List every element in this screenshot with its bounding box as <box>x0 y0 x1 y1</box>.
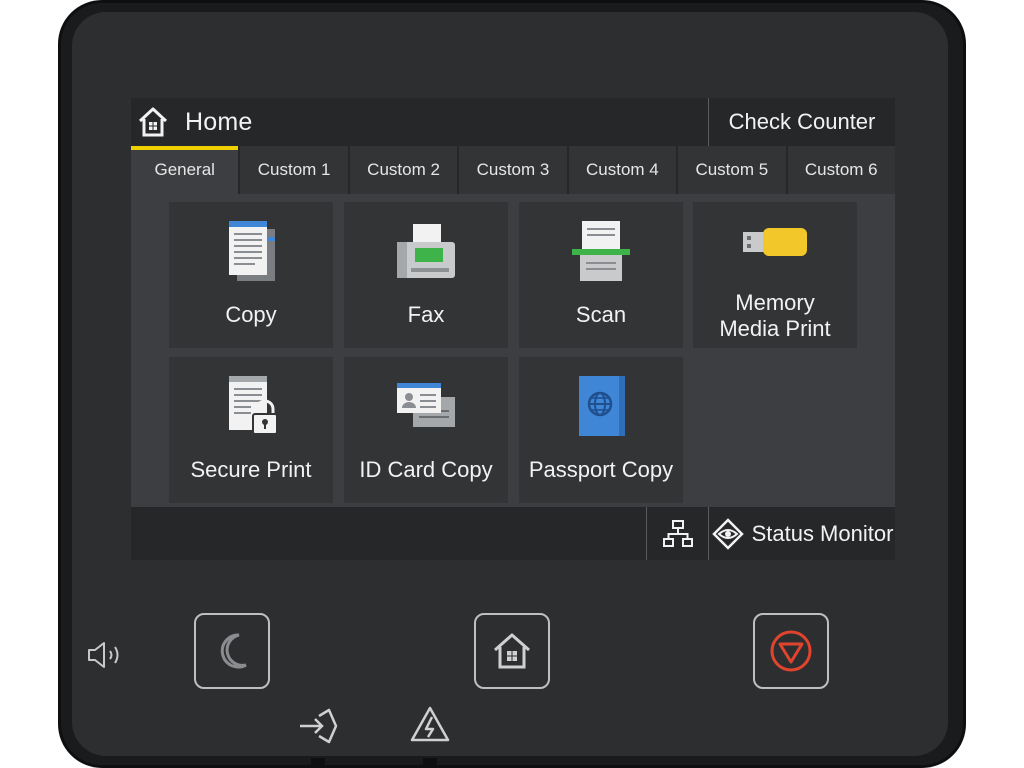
page-title: Home <box>185 107 253 136</box>
memory-label-line1: Memory <box>735 290 815 315</box>
bottom-bar: Status Monitor <box>131 507 895 560</box>
id-card-icon <box>397 383 455 427</box>
home-icon <box>138 107 168 137</box>
touch-screen: Home Check Counter General Custom 1 Cust… <box>131 98 895 560</box>
tab-custom-4[interactable]: Custom 4 <box>568 146 679 194</box>
indicator-notch-right <box>423 758 437 768</box>
secure-print-icon <box>229 376 278 435</box>
copy-label: Copy <box>225 302 277 327</box>
network-icon <box>663 519 693 547</box>
tab-custom-1[interactable]: Custom 1 <box>240 146 350 194</box>
home-icon <box>494 633 530 669</box>
passport-icon <box>579 376 625 436</box>
stop-button[interactable] <box>753 613 829 689</box>
data-in-icon <box>300 708 338 744</box>
moon-icon <box>220 633 247 669</box>
copy-icon <box>229 221 275 281</box>
status-monitor-button[interactable]: Status Monitor <box>708 507 896 560</box>
passport-copy-tile[interactable]: Passport Copy <box>519 357 683 503</box>
scan-icon <box>572 221 630 281</box>
usb-drive-icon <box>743 228 807 256</box>
fax-label: Fax <box>407 302 445 327</box>
function-tiles: Copy Fax Scan Memory Media Print Secure … <box>131 194 895 507</box>
fax-icon <box>397 224 455 278</box>
sleep-button[interactable] <box>194 613 270 689</box>
memory-media-print-label: Memory Media Print <box>693 290 857 342</box>
secure-print-label: Secure Print <box>190 457 312 482</box>
tab-custom-6[interactable]: Custom 6 <box>787 146 895 194</box>
scan-tile[interactable]: Scan <box>519 202 683 348</box>
status-monitor-label: Status Monitor <box>751 520 894 546</box>
id-card-copy-tile[interactable]: ID Card Copy <box>344 357 508 503</box>
eye-diamond-icon <box>711 517 744 550</box>
memory-label-line2: Media Print <box>719 316 831 341</box>
tab-bar: General Custom 1 Custom 2 Custom 3 Custo… <box>131 146 895 194</box>
id-card-copy-label: ID Card Copy <box>359 457 493 482</box>
passport-copy-label: Passport Copy <box>528 457 674 482</box>
fax-tile[interactable]: Fax <box>344 202 508 348</box>
home-screen-button[interactable]: Home <box>131 98 331 146</box>
copy-tile[interactable]: Copy <box>169 202 333 348</box>
tab-custom-2[interactable]: Custom 2 <box>349 146 460 194</box>
memory-media-print-tile[interactable]: Memory Media Print <box>693 202 857 348</box>
check-counter-button[interactable]: Check Counter <box>708 98 895 146</box>
hardware-home-button[interactable] <box>474 613 550 689</box>
indicator-notch-left <box>311 758 325 768</box>
top-bar: Home Check Counter <box>131 98 895 146</box>
tab-custom-5[interactable]: Custom 5 <box>678 146 788 194</box>
network-button[interactable] <box>646 507 709 560</box>
scan-label: Scan <box>575 302 627 327</box>
tab-general[interactable]: General <box>131 146 241 194</box>
tab-custom-3[interactable]: Custom 3 <box>459 146 569 194</box>
secure-print-tile[interactable]: Secure Print <box>169 357 333 503</box>
stop-icon <box>770 630 812 672</box>
speaker-icon <box>88 642 119 668</box>
warning-icon <box>410 706 450 742</box>
